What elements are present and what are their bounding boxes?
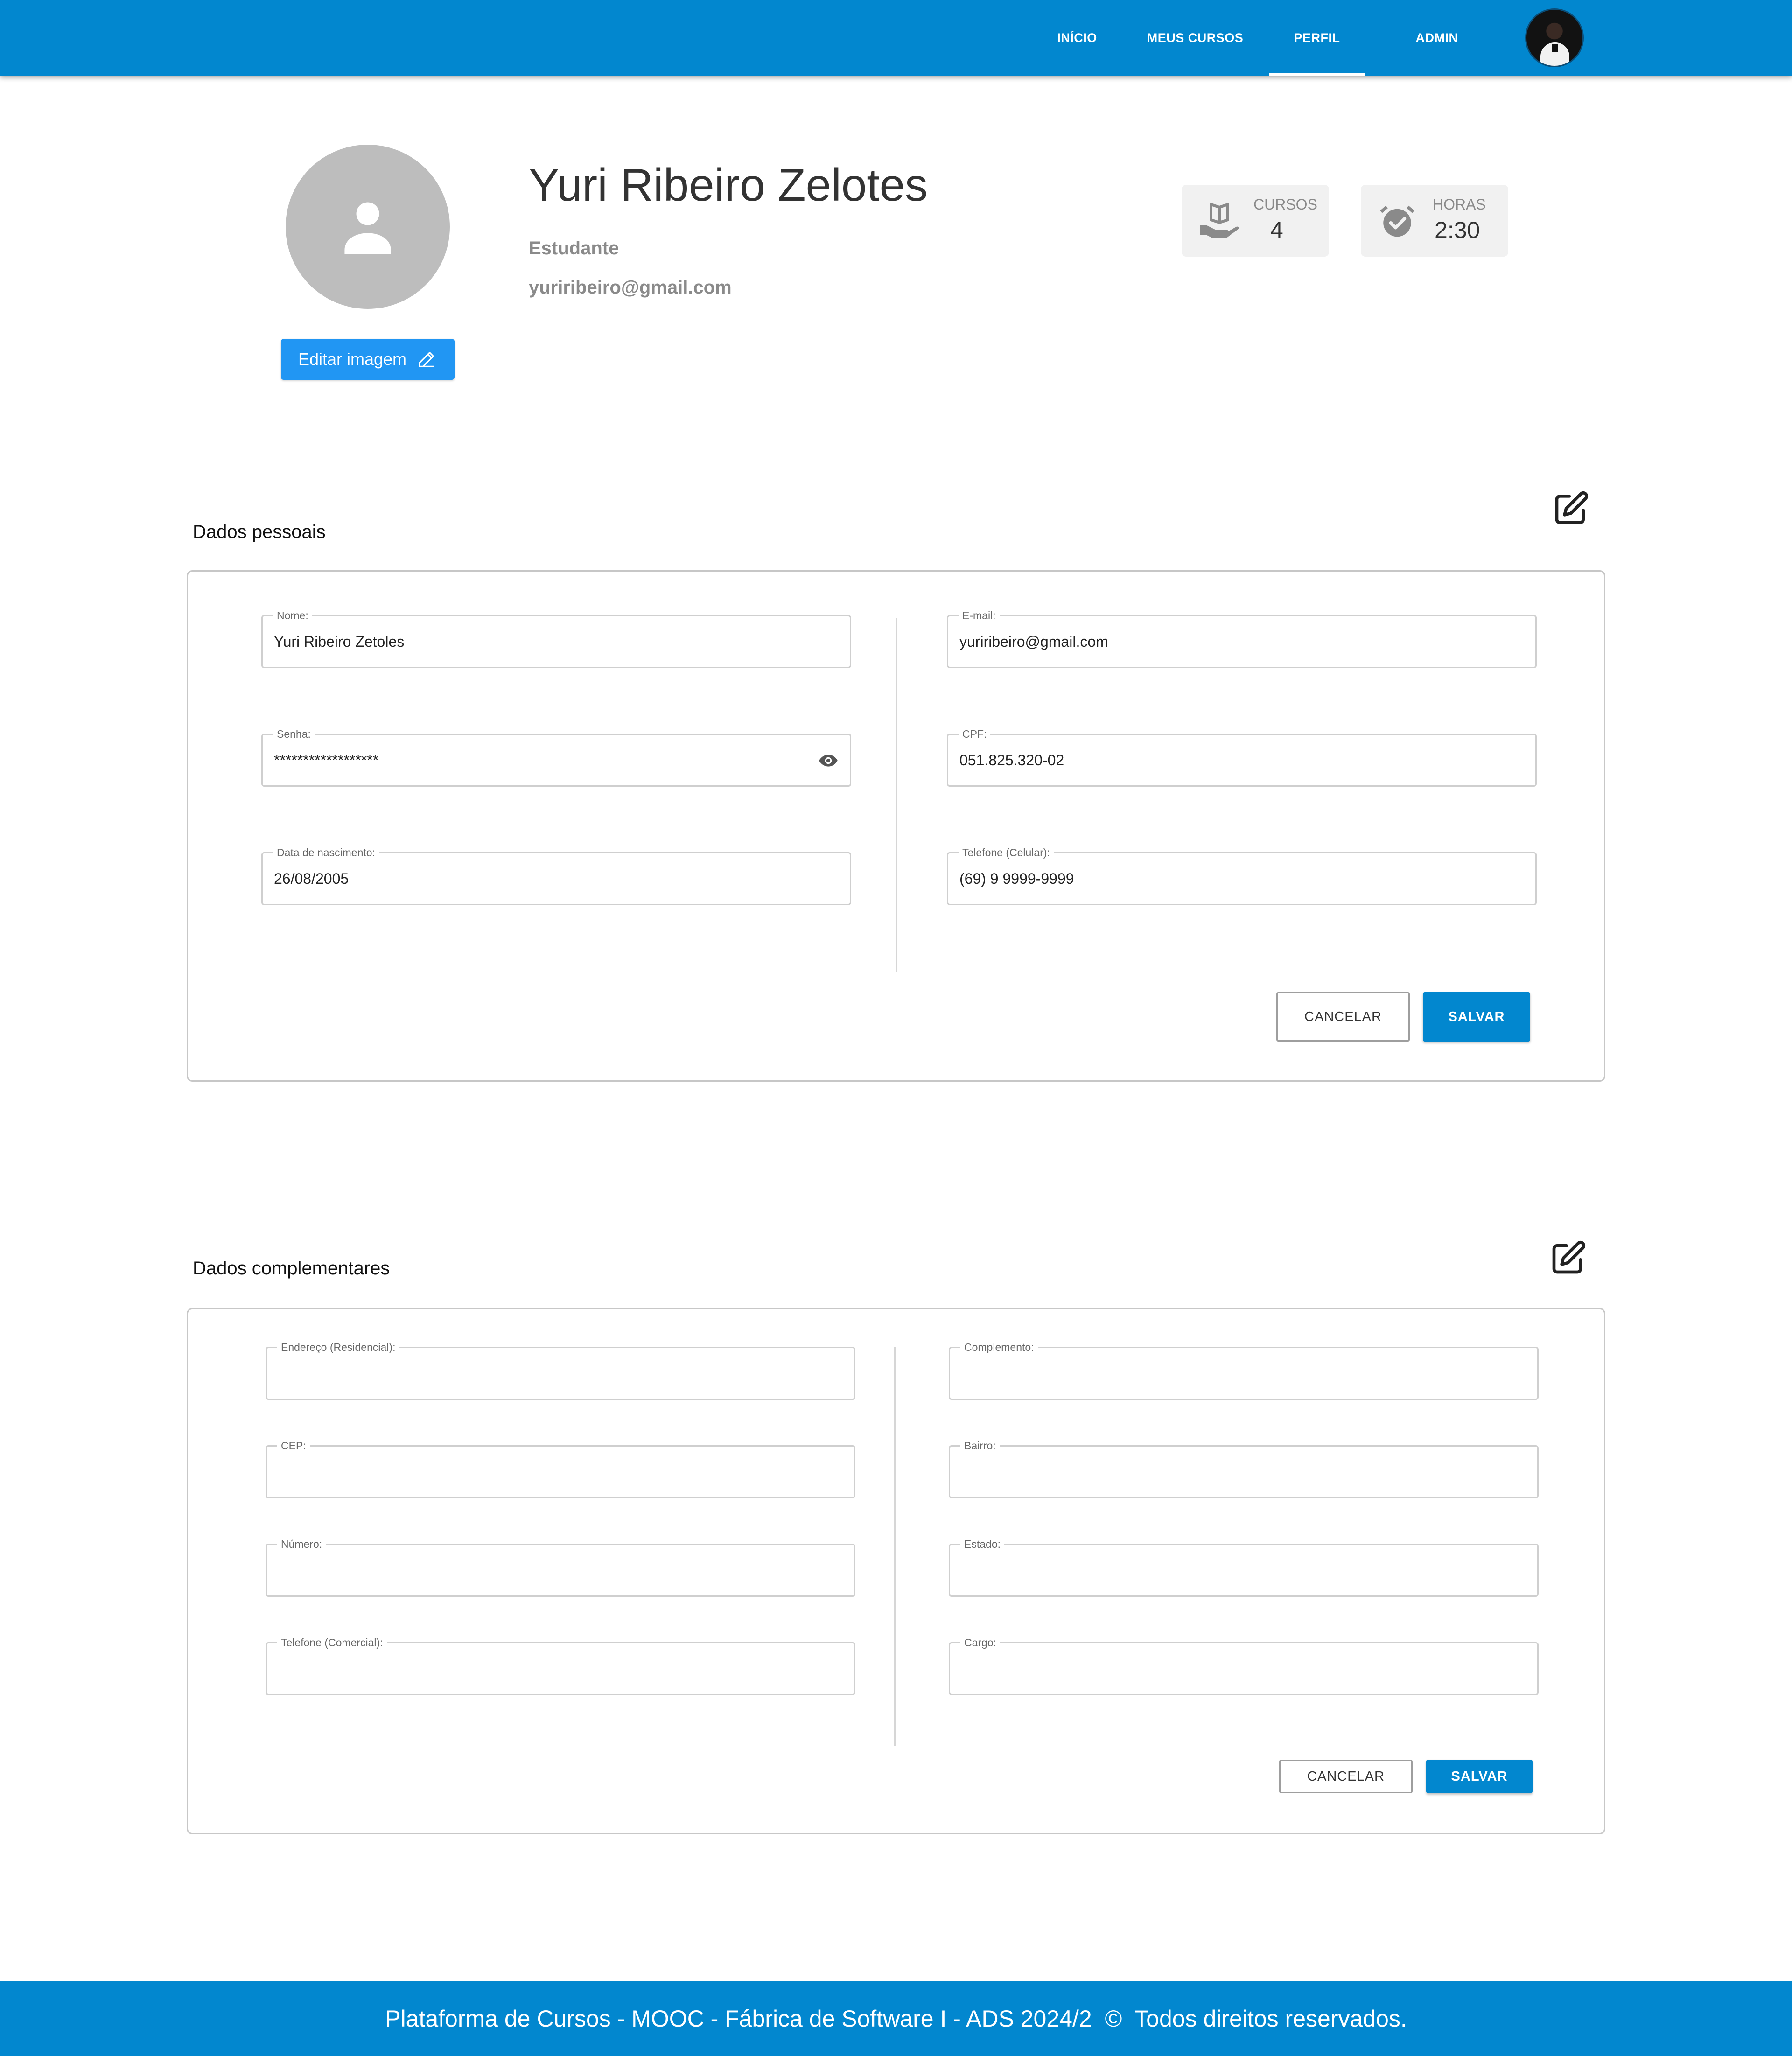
nav-link-inicio[interactable]: INÍCIO — [1041, 0, 1113, 76]
column-divider — [896, 618, 897, 972]
data-nascimento-label: Data de nascimento: — [273, 846, 379, 859]
estado-label: Estado: — [960, 1538, 1004, 1551]
nome-value: Yuri Ribeiro Zetoles — [274, 633, 405, 650]
footer: Plataforma de Cursos - MOOC - Fábrica de… — [0, 1981, 1792, 2056]
profile-role: Estudante — [529, 238, 619, 259]
stat-card-horas: HORAS 2:30 — [1361, 185, 1508, 257]
telefone-comercial-label: Telefone (Comercial): — [277, 1636, 387, 1649]
pencil-icon — [419, 352, 434, 367]
book-hand-icon — [1200, 203, 1239, 238]
email-value: yuriribeiro@gmail.com — [959, 633, 1108, 650]
stat-card-cursos: CURSOS 4 — [1182, 185, 1329, 257]
avatar-tie — [1552, 44, 1558, 52]
stat-label-horas: HORAS — [1433, 196, 1486, 213]
senha-label: Senha: — [273, 727, 315, 741]
eye-icon[interactable] — [818, 752, 839, 769]
personal-cancel-button[interactable]: CANCELAR — [1276, 992, 1410, 1042]
user-avatar[interactable] — [1525, 8, 1584, 67]
personal-section-title: Dados pessoais — [193, 522, 326, 542]
telefone-celular-value: (69) 9 9999-9999 — [959, 870, 1074, 887]
email-field[interactable]: E-mail: yuriribeiro@gmail.com — [947, 609, 1537, 668]
bairro-label: Bairro: — [960, 1439, 1000, 1452]
data-nascimento-value: 26/08/2005 — [274, 870, 349, 887]
telefone-celular-label: Telefone (Celular): — [959, 846, 1054, 859]
endereco-label: Endereço (Residencial): — [277, 1341, 399, 1354]
nome-label: Nome: — [273, 609, 312, 622]
cep-field[interactable]: CEP: — [266, 1439, 855, 1498]
cep-label: CEP: — [277, 1439, 310, 1452]
telefone-comercial-field[interactable]: Telefone (Comercial): — [266, 1636, 855, 1695]
complementary-data-card: Endereço (Residencial): Complemento: CEP… — [187, 1308, 1605, 1834]
cpf-label: CPF: — [959, 727, 991, 741]
telefone-celular-field[interactable]: Telefone (Celular): (69) 9 9999-9999 — [947, 846, 1537, 905]
senha-field[interactable]: Senha: ****************** — [261, 727, 851, 787]
cargo-label: Cargo: — [960, 1636, 1001, 1649]
numero-field[interactable]: Número: — [266, 1538, 855, 1597]
person-icon — [344, 202, 391, 254]
footer-text: Plataforma de Cursos - MOOC - Fábrica de… — [385, 2006, 1407, 2032]
personal-save-button[interactable]: SALVAR — [1423, 992, 1530, 1042]
edit-complementary-icon[interactable] — [1549, 1239, 1587, 1277]
nav-link-admin[interactable]: ADMIN — [1395, 0, 1478, 76]
complemento-field[interactable]: Complemento: — [949, 1341, 1539, 1400]
nav-link-meus-cursos[interactable]: MEUS CURSOS — [1139, 0, 1252, 76]
nav-link-perfil[interactable]: PERFIL — [1269, 0, 1365, 76]
edit-image-label: Editar imagem — [298, 350, 407, 369]
column-divider — [894, 1347, 896, 1746]
cargo-field[interactable]: Cargo: — [949, 1636, 1539, 1695]
edit-personal-icon[interactable] — [1552, 490, 1589, 527]
numero-label: Número: — [277, 1538, 326, 1551]
personal-data-card: Nome: Yuri Ribeiro Zetoles E-mail: yurir… — [187, 570, 1605, 1082]
cpf-value: 051.825.320-02 — [959, 752, 1064, 769]
senha-value: ****************** — [274, 752, 379, 769]
bairro-field[interactable]: Bairro: — [949, 1439, 1539, 1498]
cpf-field[interactable]: CPF: 051.825.320-02 — [947, 727, 1537, 787]
estado-field[interactable]: Estado: — [949, 1538, 1539, 1597]
complementary-cancel-button[interactable]: CANCELAR — [1279, 1760, 1413, 1793]
edit-image-button[interactable]: Editar imagem — [281, 339, 455, 380]
nome-field[interactable]: Nome: Yuri Ribeiro Zetoles — [261, 609, 851, 668]
stat-label-cursos: CURSOS — [1253, 196, 1317, 213]
complementary-save-button[interactable]: SALVAR — [1426, 1760, 1533, 1793]
profile-email: yuriribeiro@gmail.com — [529, 277, 732, 298]
alarm-check-icon — [1380, 205, 1414, 237]
complemento-label: Complemento: — [960, 1341, 1038, 1354]
endereco-field[interactable]: Endereço (Residencial): — [266, 1341, 855, 1400]
top-navbar: INÍCIO MEUS CURSOS PERFIL ADMIN — [0, 0, 1792, 76]
complementary-section-title: Dados complementares — [193, 1258, 390, 1279]
stat-value-cursos: 4 — [1270, 217, 1283, 243]
profile-name: Yuri Ribeiro Zelotes — [529, 159, 928, 210]
data-nascimento-field[interactable]: Data de nascimento: 26/08/2005 — [261, 846, 851, 905]
profile-avatar — [286, 145, 450, 309]
email-label: E-mail: — [959, 609, 1000, 622]
stat-value-horas: 2:30 — [1435, 217, 1480, 243]
